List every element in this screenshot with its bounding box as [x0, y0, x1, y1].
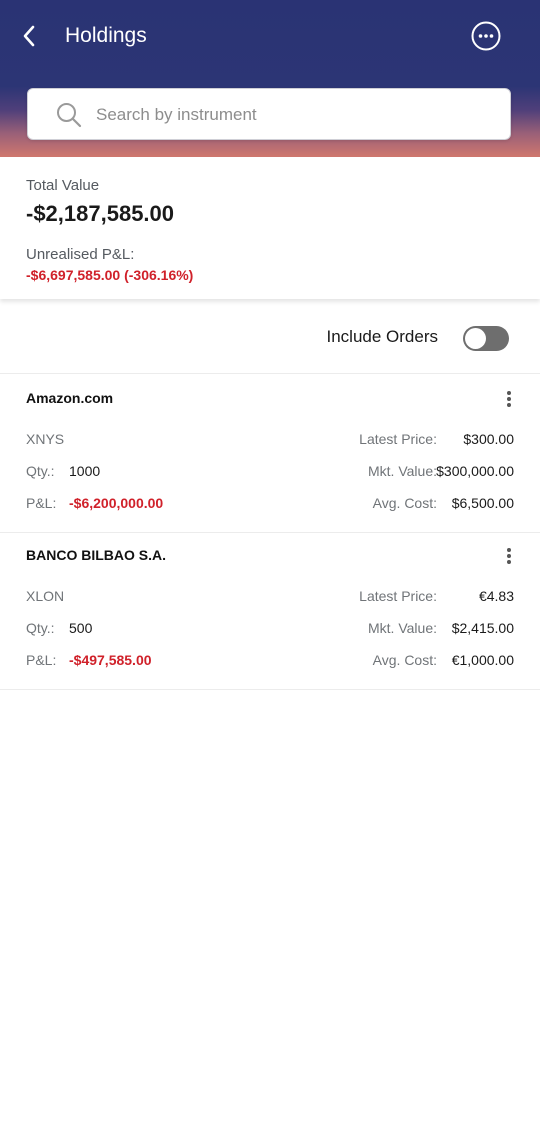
chevron-left-icon	[23, 25, 35, 47]
app-header: Holdings	[0, 0, 540, 157]
latest-price-value: €4.83	[478, 588, 514, 604]
total-value-label: Total Value	[26, 177, 100, 194]
latest-price-label: Latest Price:	[359, 588, 437, 604]
portfolio-summary: Total Value -$2,187,585.00 Unrealised P&…	[0, 157, 540, 299]
search-input[interactable]	[94, 99, 498, 131]
more-vertical-icon	[507, 548, 511, 564]
exchange-code: XLON	[26, 588, 65, 604]
avg-cost-label: Avg. Cost:	[372, 495, 437, 511]
search-icon	[57, 103, 82, 128]
pnl-value: -$497,585.00	[69, 652, 152, 668]
more-vertical-icon	[507, 391, 511, 407]
more-options-button[interactable]	[471, 21, 501, 51]
more-horizontal-icon	[471, 21, 501, 51]
include-orders-row: Include Orders	[0, 306, 540, 374]
qty-label: Qty.:	[26, 463, 55, 479]
qty-value: 500	[69, 620, 93, 636]
avg-cost-value: $6,500.00	[451, 495, 514, 511]
include-orders-toggle[interactable]	[463, 326, 509, 351]
mkt-value: $2,415.00	[451, 620, 514, 636]
pnl-value: -$6,200,000.00	[69, 495, 164, 511]
avg-cost-label: Avg. Cost:	[372, 652, 437, 668]
mkt-value: $300,000.00	[436, 463, 514, 479]
holding-card[interactable]: Amazon.com XNYS Qty.: 1000 P&L: -$6,200,…	[0, 375, 540, 533]
total-value: -$2,187,585.00	[26, 201, 175, 226]
holding-card[interactable]: BANCO BILBAO S.A. XLON Qty.: 500 P&L: -$…	[0, 532, 540, 690]
instrument-name: BANCO BILBAO S.A.	[26, 547, 166, 563]
pnl-label: P&L:	[26, 495, 57, 511]
latest-price-label: Latest Price:	[359, 431, 437, 447]
qty-value: 1000	[69, 463, 101, 479]
search-box[interactable]	[27, 88, 511, 140]
exchange-code: XNYS	[26, 431, 65, 447]
page-title: Holdings	[65, 24, 147, 47]
unrealised-pnl-value: -$6,697,585.00 (-306.16%)	[26, 267, 194, 283]
holding-menu-button[interactable]	[497, 545, 521, 567]
qty-label: Qty.:	[26, 620, 55, 636]
latest-price-value: $300.00	[463, 431, 514, 447]
unrealised-pnl-label: Unrealised P&L:	[26, 246, 135, 263]
mkt-value-label: Mkt. Value:	[368, 620, 437, 636]
instrument-name: Amazon.com	[26, 390, 114, 406]
mkt-value-label: Mkt. Value:	[368, 463, 437, 479]
toggle-knob	[465, 328, 486, 349]
holding-menu-button[interactable]	[497, 388, 521, 410]
avg-cost-value: €1,000.00	[451, 652, 514, 668]
pnl-label: P&L:	[26, 652, 57, 668]
include-orders-label: Include Orders	[326, 327, 439, 346]
back-button[interactable]	[14, 22, 44, 50]
